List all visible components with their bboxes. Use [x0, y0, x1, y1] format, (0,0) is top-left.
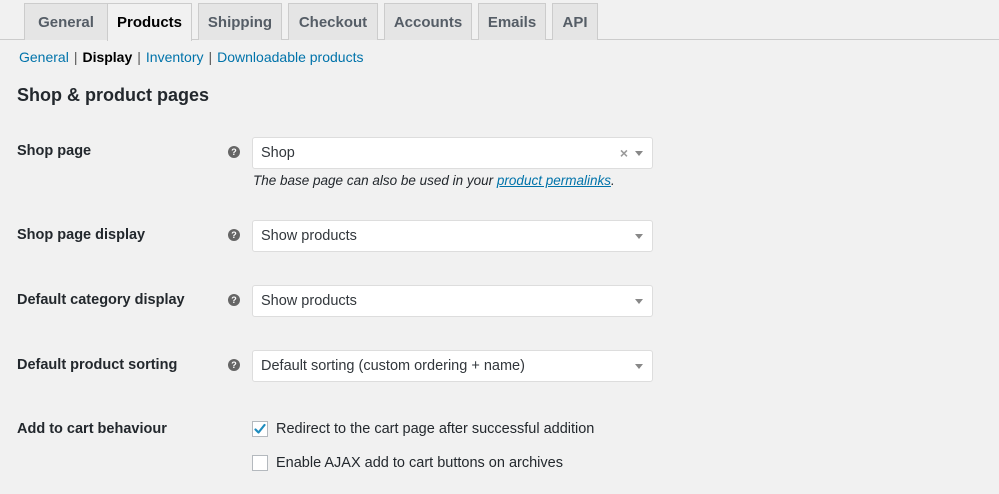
default-category-display-select[interactable]: Show products — [252, 285, 653, 317]
tab-checkout[interactable]: Checkout — [288, 3, 378, 40]
subnav-general-link[interactable]: General — [19, 49, 69, 65]
dropdown-arrow-icon — [635, 299, 643, 304]
default-product-sorting-label: Default product sorting — [17, 357, 178, 373]
default-category-display-label: Default category display — [17, 292, 185, 308]
default-product-sorting-value: Default sorting (custom ordering + name) — [261, 358, 525, 374]
enable-ajax-add-to-cart-label[interactable]: Enable AJAX add to cart buttons on archi… — [276, 455, 563, 471]
settings-tabs: General Products Shipping Checkout Accou… — [0, 0, 999, 41]
tab-api[interactable]: API — [552, 3, 598, 40]
description-text: The base page can also be used in your — [253, 173, 497, 188]
add-to-cart-behaviour-label: Add to cart behaviour — [17, 421, 167, 437]
shop-page-description: The base page can also be used in your p… — [253, 173, 615, 188]
help-icon[interactable]: ? — [228, 146, 240, 158]
help-icon[interactable]: ? — [228, 294, 240, 306]
checkmark-icon — [254, 423, 266, 434]
enable-ajax-add-to-cart-checkbox[interactable] — [252, 455, 268, 471]
dropdown-arrow-icon — [635, 234, 643, 239]
subnav-downloadable-link[interactable]: Downloadable products — [217, 49, 363, 65]
shop-page-selected-value: Shop — [261, 145, 295, 161]
tab-accounts[interactable]: Accounts — [384, 3, 472, 40]
sub-navigation: General | Display | Inventory | Download… — [19, 49, 363, 65]
redirect-to-cart-checkbox[interactable] — [252, 421, 268, 437]
subnav-separator: | — [208, 49, 213, 65]
shop-page-display-value: Show products — [261, 228, 357, 244]
shop-page-display-label: Shop page display — [17, 227, 146, 243]
subnav-display-current: Display — [82, 49, 133, 65]
help-icon[interactable]: ? — [228, 359, 240, 371]
default-category-display-value: Show products — [261, 293, 357, 309]
subnav-inventory-link[interactable]: Inventory — [146, 49, 204, 65]
default-product-sorting-select[interactable]: Default sorting (custom ordering + name) — [252, 350, 653, 382]
tab-products[interactable]: Products — [107, 3, 192, 41]
shop-page-select[interactable]: Shop × — [252, 137, 653, 169]
tab-emails[interactable]: Emails — [478, 3, 546, 40]
dropdown-arrow-icon — [635, 364, 643, 369]
product-permalinks-link[interactable]: product permalinks — [497, 173, 611, 188]
subnav-separator: | — [137, 49, 141, 65]
tab-shipping[interactable]: Shipping — [198, 3, 282, 40]
subnav-separator: | — [73, 49, 78, 65]
shop-page-display-select[interactable]: Show products — [252, 220, 653, 252]
shop-page-label: Shop page — [17, 143, 92, 159]
redirect-to-cart-label[interactable]: Redirect to the cart page after successf… — [276, 421, 594, 437]
clear-selection-icon[interactable]: × — [620, 145, 628, 161]
tab-general[interactable]: General — [24, 3, 108, 40]
section-title: Shop & product pages — [17, 85, 210, 105]
help-icon[interactable]: ? — [228, 229, 240, 241]
dropdown-arrow-icon — [635, 151, 643, 156]
description-suffix: . — [610, 173, 615, 188]
